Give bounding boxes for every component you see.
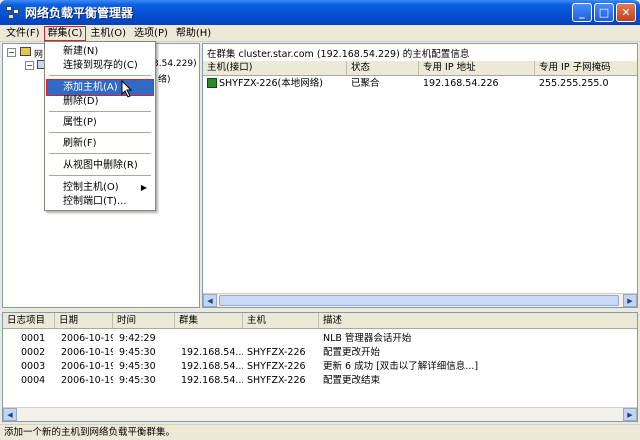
menu-file[interactable]: 文件(F) <box>2 26 44 41</box>
tree-host-fragment[interactable]: 络) <box>158 72 171 85</box>
menu-item-remove-from-view[interactable]: 从视图中删除(R) <box>47 158 153 173</box>
log-col-time[interactable]: 时间 <box>113 313 175 328</box>
host-icon <box>207 78 217 88</box>
log-desc: 配置更改开始 <box>323 347 381 358</box>
col-host[interactable]: 主机(接口) <box>203 61 347 75</box>
menu-item-delete[interactable]: 删除(D) <box>47 94 153 109</box>
menu-item-refresh[interactable]: 刷新(F) <box>47 136 153 151</box>
status-bar: 添加一个新的主机到网络负载平衡群集。 <box>0 424 640 440</box>
menu-separator <box>49 75 151 76</box>
scroll-right-icon[interactable]: ▶ <box>623 294 637 307</box>
host-name: SHYFZX-226(本地网络) <box>219 78 323 89</box>
mouse-cursor-icon <box>121 80 133 98</box>
log-time: 9:45:30 <box>119 361 156 372</box>
menu-separator <box>49 132 151 133</box>
title-bar: 网络负载平衡管理器 _ □ ✕ <box>0 0 640 25</box>
menu-bar: 文件(F) 群集(C) 主机(O) 选项(P) 帮助(H) <box>0 25 640 42</box>
log-col-desc[interactable]: 描述 <box>319 313 637 328</box>
nlb-cluster-root-icon <box>20 47 31 56</box>
nlb-app-icon <box>5 5 21 21</box>
tree-cluster-ip-fragment[interactable]: 3.54.229) <box>153 59 197 69</box>
host-cell: SHYFZX-226(本地网络) <box>203 77 347 91</box>
log-id: 0001 <box>21 333 46 344</box>
log-hscrollbar[interactable]: ◀ ▶ <box>3 407 637 421</box>
log-row[interactable]: 0004 2006-10-19 9:45:30 192.168.54... SH… <box>3 374 637 388</box>
log-date: 2006-10-19 <box>61 375 113 386</box>
menu-options[interactable]: 选项(P) <box>130 26 172 41</box>
tree-collapse-icon[interactable]: − <box>7 48 16 57</box>
scroll-thumb[interactable] <box>219 295 619 306</box>
log-time: 9:45:30 <box>119 375 156 386</box>
tree-root-label[interactable]: 网 <box>34 47 43 60</box>
log-host: SHYFZX-226 <box>247 347 306 358</box>
window-title: 网络负载平衡管理器 <box>25 6 134 20</box>
menu-item-properties[interactable]: 属性(P) <box>47 115 153 130</box>
menu-item-control-ports[interactable]: 控制端口(T)... <box>47 194 153 209</box>
mask-cell: 255.255.255.0 <box>539 78 609 89</box>
log-time: 9:45:30 <box>119 347 156 358</box>
submenu-arrow-icon: ▶ <box>140 183 147 192</box>
col-ip[interactable]: 专用 IP 地址 <box>419 61 535 75</box>
col-mask[interactable]: 专用 IP 子网掩码 <box>535 61 637 75</box>
control-host-label: 控制主机(O) <box>63 182 119 193</box>
menu-item-connect-existing[interactable]: 连接到现存的(C) <box>47 58 153 73</box>
close-button[interactable]: ✕ <box>616 3 636 22</box>
log-time: 9:42:29 <box>119 333 156 344</box>
log-col-id[interactable]: 日志项目 <box>3 313 55 328</box>
log-desc: 配置更改结束 <box>323 375 381 386</box>
log-id: 0002 <box>21 347 46 358</box>
log-id: 0003 <box>21 361 46 372</box>
log-cluster: 192.168.54... <box>181 361 243 372</box>
log-cluster <box>175 332 243 346</box>
log-host: SHYFZX-226 <box>247 375 306 386</box>
menu-item-new[interactable]: 新建(N) <box>47 44 153 59</box>
log-date: 2006-10-19 <box>61 333 113 344</box>
minimize-button[interactable]: _ <box>572 3 592 22</box>
status-cell: 已聚合 <box>351 78 380 89</box>
log-header: 日志项目 日期 时间 群集 主机 描述 <box>3 313 637 329</box>
host-details-pane: 在群集 cluster.star.com (192.168.54.229) 的主… <box>202 43 638 308</box>
ip-cell: 192.168.54.226 <box>423 78 499 89</box>
menu-item-control-host[interactable]: 控制主机(O) ▶ <box>47 180 153 195</box>
log-row[interactable]: 0003 2006-10-19 9:45:30 192.168.54... SH… <box>3 360 637 374</box>
log-host: SHYFZX-226 <box>247 361 306 372</box>
log-scroll-right-icon[interactable]: ▶ <box>623 408 637 421</box>
log-id: 0004 <box>21 375 46 386</box>
tree-expand-icon[interactable]: − <box>25 61 34 70</box>
host-grid-header: 主机(接口) 状态 专用 IP 地址 专用 IP 子网掩码 <box>203 61 637 76</box>
log-scroll-left-icon[interactable]: ◀ <box>3 408 17 421</box>
log-desc: NLB 管理器会话开始 <box>323 333 412 344</box>
log-col-cluster[interactable]: 群集 <box>175 313 243 328</box>
host-row[interactable]: SHYFZX-226(本地网络) 已聚合 192.168.54.226 255.… <box>203 77 637 91</box>
log-date: 2006-10-19 <box>61 361 113 372</box>
col-status[interactable]: 状态 <box>347 61 419 75</box>
maximize-button[interactable]: □ <box>594 3 614 22</box>
menu-help[interactable]: 帮助(H) <box>172 26 215 41</box>
menu-separator <box>49 153 151 154</box>
cluster-info-text: 在群集 cluster.star.com (192.168.54.229) 的主… <box>207 49 470 60</box>
log-cluster: 192.168.54... <box>181 347 243 358</box>
cluster-menu-dropdown: 新建(N) 连接到现存的(C) 添加主机(A) 删除(D) 属性(P) 刷新(F… <box>44 41 156 211</box>
log-cluster: 192.168.54... <box>181 375 243 386</box>
menu-separator <box>49 175 151 176</box>
log-row[interactable]: 0001 2006-10-19 9:42:29 NLB 管理器会话开始 <box>3 332 637 346</box>
menu-host[interactable]: 主机(O) <box>86 26 130 41</box>
scroll-left-icon[interactable]: ◀ <box>203 294 217 307</box>
details-hscrollbar[interactable]: ◀ ▶ <box>203 293 637 307</box>
log-row[interactable]: 0002 2006-10-19 9:45:30 192.168.54... SH… <box>3 346 637 360</box>
menu-separator <box>49 111 151 112</box>
log-date: 2006-10-19 <box>61 347 113 358</box>
log-col-date[interactable]: 日期 <box>55 313 113 328</box>
log-col-host[interactable]: 主机 <box>243 313 319 328</box>
log-host <box>243 332 319 346</box>
log-desc: 更新 6 成功 [双击以了解详细信息...] <box>323 361 479 372</box>
menu-item-add-host[interactable]: 添加主机(A) <box>46 79 154 96</box>
menu-cluster[interactable]: 群集(C) <box>43 25 87 41</box>
log-pane: 日志项目 日期 时间 群集 主机 描述 0001 2006-10-19 9:42… <box>2 312 638 422</box>
